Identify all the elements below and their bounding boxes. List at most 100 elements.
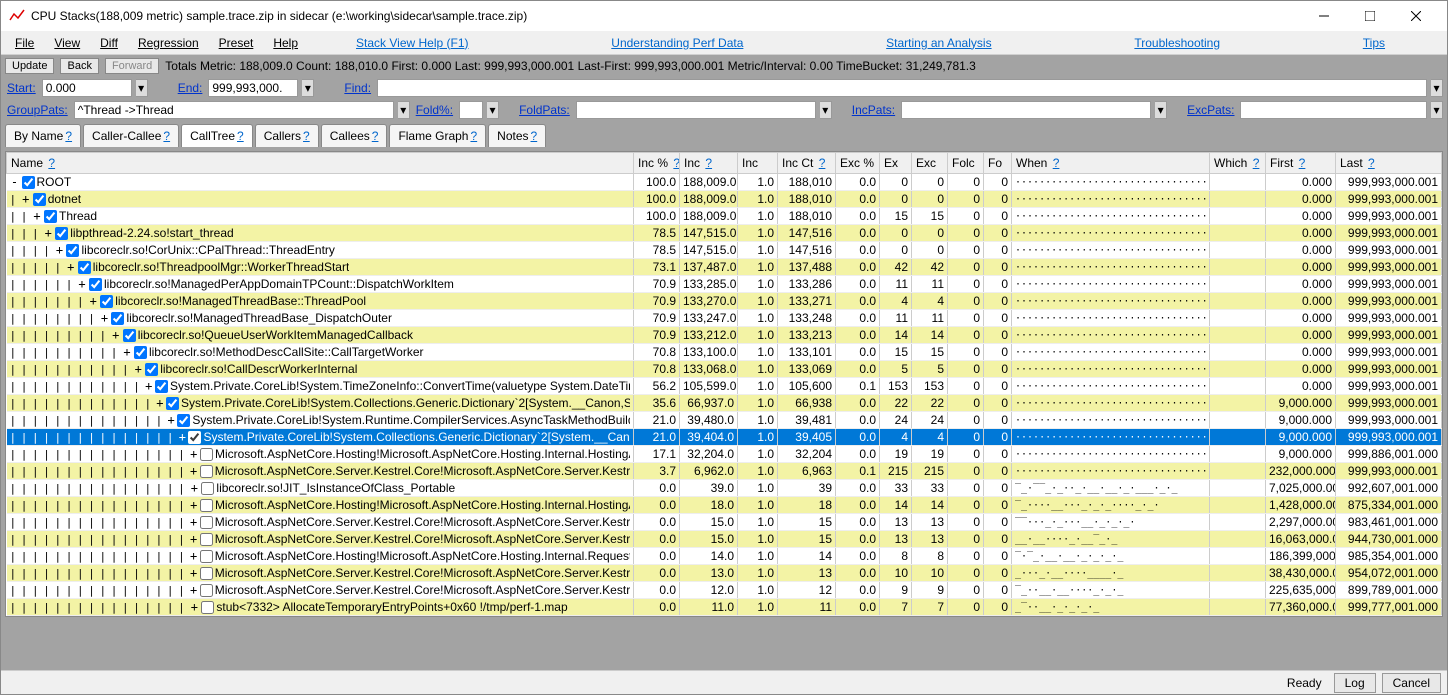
update-button[interactable]: Update bbox=[5, 58, 54, 74]
tree-row[interactable]: | | | | | | | | | | | +libcoreclr.so!Cal… bbox=[7, 361, 1442, 378]
fold-input[interactable] bbox=[459, 101, 483, 119]
tree-checkbox[interactable] bbox=[188, 431, 201, 444]
menu-help[interactable]: Help bbox=[265, 34, 306, 52]
excpats-dropdown[interactable]: ▾ bbox=[1431, 101, 1443, 119]
tree-row[interactable]: -ROOT100.0188,009.01.0188,0100.00000····… bbox=[7, 174, 1442, 191]
log-button[interactable]: Log bbox=[1334, 673, 1376, 693]
end-input[interactable] bbox=[208, 79, 298, 97]
tree-row[interactable]: | | | | | | | | | | | | | | | | +Microso… bbox=[7, 514, 1442, 531]
start-input[interactable] bbox=[42, 79, 132, 97]
col-inc2[interactable]: Inc bbox=[738, 153, 778, 174]
tree-checkbox[interactable] bbox=[155, 380, 168, 393]
find-dropdown[interactable]: ▾ bbox=[1431, 79, 1443, 97]
tree-checkbox[interactable] bbox=[201, 482, 214, 495]
tree-row[interactable]: | | | | | | | | | | | | | | | | +Microso… bbox=[7, 565, 1442, 582]
tree-expander[interactable]: - bbox=[10, 175, 20, 189]
grouppats-dropdown[interactable]: ▾ bbox=[398, 101, 410, 119]
tree-checkbox[interactable] bbox=[111, 312, 124, 325]
cancel-button[interactable]: Cancel bbox=[1382, 673, 1441, 693]
tree-checkbox[interactable] bbox=[123, 329, 136, 342]
tab-callers[interactable]: Callers? bbox=[255, 124, 319, 147]
grouppats-input[interactable] bbox=[74, 101, 394, 119]
tree-row[interactable]: | | | | | | | | | | | | | | | | +Microso… bbox=[7, 446, 1442, 463]
link-troubleshooting[interactable]: Troubleshooting bbox=[1122, 34, 1232, 52]
tree-row[interactable]: | | | | | | | | | | | | | | | +System.Pr… bbox=[7, 429, 1442, 446]
tree-row[interactable]: | | | | | | | | | | | | | | | | +libcore… bbox=[7, 480, 1442, 497]
link-starting-analysis[interactable]: Starting an Analysis bbox=[874, 34, 1003, 52]
col-first[interactable]: First ? bbox=[1266, 153, 1336, 174]
col-exc[interactable]: Exc bbox=[912, 153, 948, 174]
col-when[interactable]: When ? bbox=[1012, 153, 1210, 174]
tree-expander[interactable]: + bbox=[189, 600, 199, 614]
incpats-dropdown[interactable]: ▾ bbox=[1155, 101, 1167, 119]
link-understanding-perf[interactable]: Understanding Perf Data bbox=[599, 34, 755, 52]
col-folc[interactable]: Folc bbox=[948, 153, 984, 174]
tree-checkbox[interactable] bbox=[200, 516, 213, 529]
link-stackview-help[interactable]: Stack View Help (F1) bbox=[344, 34, 480, 52]
incpats-input[interactable] bbox=[901, 101, 1151, 119]
link-tips[interactable]: Tips bbox=[1351, 34, 1397, 52]
tree-expander[interactable]: + bbox=[189, 464, 197, 478]
foldpats-dropdown[interactable]: ▾ bbox=[820, 101, 832, 119]
foldpats-input[interactable] bbox=[576, 101, 816, 119]
tree-row[interactable]: | | | | | | | | | | | | | | | | +Microso… bbox=[7, 463, 1442, 480]
tree-row[interactable]: | | | | | +libcoreclr.so!ThreadpoolMgr::… bbox=[7, 259, 1442, 276]
menu-regression[interactable]: Regression bbox=[130, 34, 207, 52]
tree-expander[interactable]: + bbox=[189, 532, 197, 546]
tree-row[interactable]: | | +Thread100.0188,009.01.0188,0100.015… bbox=[7, 208, 1442, 225]
tree-row[interactable]: | | | | | | +libcoreclr.so!ManagedPerApp… bbox=[7, 276, 1442, 293]
tree-checkbox[interactable] bbox=[66, 244, 79, 257]
tree-row[interactable]: | | | | | | | | | | +libcoreclr.so!Metho… bbox=[7, 344, 1442, 361]
tree-checkbox[interactable] bbox=[177, 414, 190, 427]
tree-checkbox[interactable] bbox=[200, 448, 213, 461]
tree-row[interactable]: | | | | | | | | +libcoreclr.so!ManagedTh… bbox=[7, 310, 1442, 327]
tree-checkbox[interactable] bbox=[200, 533, 213, 546]
tab-flame-graph[interactable]: Flame Graph? bbox=[389, 124, 486, 147]
tree-checkbox[interactable] bbox=[22, 176, 35, 189]
menu-diff[interactable]: Diff bbox=[92, 34, 126, 52]
tree-expander[interactable]: + bbox=[189, 549, 197, 563]
tab-by-name[interactable]: By Name? bbox=[5, 124, 81, 147]
tree-checkbox[interactable] bbox=[33, 193, 46, 206]
tree-row[interactable]: | | | | | | | | | | | | | | | | +stub<73… bbox=[7, 599, 1442, 616]
tree-row[interactable]: | | | | | | | | | | | | | | +System.Priv… bbox=[7, 412, 1442, 429]
tree-checkbox[interactable] bbox=[200, 584, 213, 597]
col-fo[interactable]: Fo bbox=[984, 153, 1012, 174]
excpats-input[interactable] bbox=[1240, 101, 1427, 119]
tree-checkbox[interactable] bbox=[145, 363, 158, 376]
menu-view[interactable]: View bbox=[46, 34, 88, 52]
tree-expander[interactable]: + bbox=[133, 362, 143, 376]
col-inc-pct[interactable]: Inc % ? bbox=[634, 153, 680, 174]
tree-expander[interactable]: + bbox=[144, 379, 153, 393]
tree-expander[interactable]: + bbox=[88, 294, 98, 308]
tree-checkbox[interactable] bbox=[78, 261, 91, 274]
col-name[interactable]: Name ? bbox=[7, 153, 634, 174]
col-inc[interactable]: Inc ? bbox=[680, 153, 738, 174]
minimize-button[interactable] bbox=[1301, 1, 1347, 31]
menu-file[interactable]: File bbox=[7, 34, 42, 52]
col-exc-pct[interactable]: Exc % bbox=[836, 153, 880, 174]
col-last[interactable]: Last ? bbox=[1336, 153, 1442, 174]
tree-expander[interactable]: + bbox=[189, 566, 197, 580]
tree-expander[interactable]: + bbox=[21, 192, 31, 206]
tree-expander[interactable]: + bbox=[189, 515, 197, 529]
tab-notes[interactable]: Notes? bbox=[488, 124, 546, 147]
tree-checkbox[interactable] bbox=[166, 397, 179, 410]
tree-row[interactable]: | | | | | | | | | | | | | | | | +Microso… bbox=[7, 582, 1442, 599]
tree-expander[interactable]: + bbox=[66, 260, 76, 274]
back-button[interactable]: Back bbox=[60, 58, 98, 74]
menu-preset[interactable]: Preset bbox=[211, 34, 262, 52]
tree-row[interactable]: | | | | | | | +libcoreclr.so!ManagedThre… bbox=[7, 293, 1442, 310]
tree-row[interactable]: | | | | | | | | | +libcoreclr.so!QueueUs… bbox=[7, 327, 1442, 344]
tree-expander[interactable]: + bbox=[189, 583, 197, 597]
find-input[interactable] bbox=[377, 79, 1427, 97]
tree-expander[interactable]: + bbox=[43, 226, 53, 240]
forward-button[interactable]: Forward bbox=[105, 58, 159, 74]
tree-expander[interactable]: + bbox=[99, 311, 109, 325]
tab-calltree[interactable]: CallTree? bbox=[181, 124, 253, 147]
tree-expander[interactable]: + bbox=[32, 209, 42, 223]
tree-checkbox[interactable] bbox=[201, 601, 214, 614]
start-dropdown[interactable]: ▾ bbox=[136, 79, 148, 97]
tree-checkbox[interactable] bbox=[200, 550, 213, 563]
tree-row[interactable]: | | | | | | | | | | | | | | | | +Microso… bbox=[7, 531, 1442, 548]
